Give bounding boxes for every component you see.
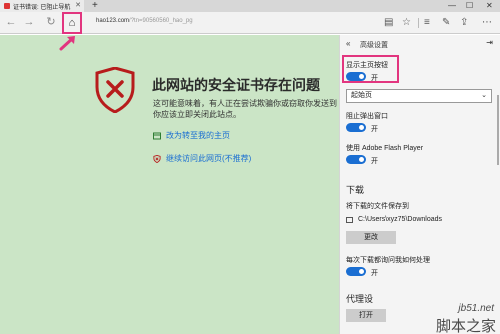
address-bar: ← → ↻ ⌂ hao123.com/?tn=90560560_hao_pg ▤… xyxy=(0,12,500,34)
watermark: jb51.net 脚本之家 xyxy=(412,303,500,334)
pin-panel-icon[interactable]: ⇥ xyxy=(486,38,493,47)
annotation-arrow xyxy=(59,36,75,51)
continue-link[interactable]: 继续访问此网页(不推荐) xyxy=(153,153,251,164)
flash-state: 开 xyxy=(371,158,378,165)
show-home-label: 显示主页按钮 xyxy=(346,62,388,69)
advanced-settings-panel: « 高级设置 ⇥ 显示主页按钮 开 起始页 ⌄ 阻止弹出窗口 开 使用 Adob… xyxy=(339,35,500,334)
watermark-name: 脚本之家 xyxy=(435,318,496,334)
new-tab-icon[interactable]: + xyxy=(92,0,98,11)
flash-toggle[interactable] xyxy=(346,155,366,164)
flash-label: 使用 Adobe Flash Player xyxy=(346,145,424,152)
panel-scrollbar[interactable] xyxy=(497,95,499,165)
download-path: C:\Users\xyz75\Downloads xyxy=(346,216,442,223)
continue-link-text[interactable]: 继续访问此网页(不推荐) xyxy=(166,153,251,164)
ask-download-state: 开 xyxy=(371,270,378,277)
web-note-icon[interactable]: ✎ xyxy=(442,16,450,29)
share-icon[interactable]: ⇪ xyxy=(460,16,468,29)
refresh-icon[interactable]: ↻ xyxy=(44,15,58,29)
shield-error-icon xyxy=(95,67,135,113)
chevron-down-icon: ⌄ xyxy=(481,92,487,99)
url-host: hao123.com xyxy=(96,18,130,24)
show-home-state: 开 xyxy=(371,75,378,82)
page-icon xyxy=(153,132,161,139)
close-window-icon[interactable]: ✕ xyxy=(486,0,493,11)
url-field[interactable]: hao123.com/?tn=90560560_hao_pg xyxy=(96,18,193,24)
open-proxy-button[interactable]: 打开 xyxy=(346,309,386,322)
folder-icon xyxy=(346,216,353,223)
error-description-line: 你应该立即关闭此站点。 xyxy=(153,110,241,119)
tab-title: 证书错误: 已阻止导航 xyxy=(13,4,71,11)
ask-download-label: 每次下载都询问我如何处理 xyxy=(346,257,430,264)
error-favicon-icon xyxy=(4,3,10,9)
panel-header: « 高级设置 ⇥ xyxy=(340,35,500,53)
popup-toggle[interactable] xyxy=(346,123,366,132)
homepage-select-value: 起始页 xyxy=(351,92,372,99)
home-button-highlight: ⌂ xyxy=(62,12,82,34)
forward-icon[interactable]: → xyxy=(22,15,36,29)
show-home-toggle[interactable] xyxy=(346,72,366,81)
toolbar-divider xyxy=(418,18,419,28)
small-shield-icon xyxy=(153,154,161,163)
tab-bar: 证书错误: 已阻止导航 ✕ + — ☐ ✕ xyxy=(0,0,500,12)
panel-back-icon[interactable]: « xyxy=(346,39,350,48)
back-icon[interactable]: ← xyxy=(4,15,18,29)
error-description-line: 这可能意味着，有人正在尝试欺骗你或窃取你发送到 xyxy=(153,99,337,108)
change-button[interactable]: 更改 xyxy=(346,231,396,244)
favorite-star-icon[interactable]: ☆ xyxy=(402,16,411,29)
download-location-label: 将下载的文件保存到 xyxy=(346,203,409,210)
proxy-section-title: 代理设 xyxy=(346,294,374,304)
browser-tab[interactable]: 证书错误: 已阻止导航 ✕ xyxy=(0,0,84,12)
go-home-link[interactable]: 改为转至我的主页 xyxy=(153,130,230,141)
certificate-error-page: 此网站的安全证书存在问题 这可能意味着，有人正在尝试欺骗你或窃取你发送到 你应该… xyxy=(0,35,339,334)
close-tab-icon[interactable]: ✕ xyxy=(75,1,81,9)
error-title: 此网站的安全证书存在问题 xyxy=(152,77,320,93)
minimize-icon[interactable]: — xyxy=(448,0,456,11)
hub-icon[interactable]: ≡ xyxy=(424,16,430,29)
popup-label: 阻止弹出窗口 xyxy=(346,113,388,120)
maximize-icon[interactable]: ☐ xyxy=(466,0,473,11)
reading-view-icon[interactable]: ▤ xyxy=(384,16,393,29)
popup-state: 开 xyxy=(371,126,378,133)
home-icon[interactable]: ⌂ xyxy=(65,16,79,30)
watermark-url: jb51.net xyxy=(458,303,494,314)
download-section-title: 下载 xyxy=(346,185,365,195)
ask-download-toggle[interactable] xyxy=(346,267,366,276)
go-home-link-text[interactable]: 改为转至我的主页 xyxy=(166,130,230,141)
homepage-select[interactable]: 起始页 ⌄ xyxy=(346,89,492,103)
url-path: /?tn=90560560_hao_pg xyxy=(129,18,193,24)
download-path-text: C:\Users\xyz75\Downloads xyxy=(358,216,443,223)
error-description: 这可能意味着，有人正在尝试欺骗你或窃取你发送到 你应该立即关闭此站点。 xyxy=(153,98,339,120)
more-icon[interactable]: ⋯ xyxy=(482,16,492,29)
panel-title: 高级设置 xyxy=(360,42,388,49)
